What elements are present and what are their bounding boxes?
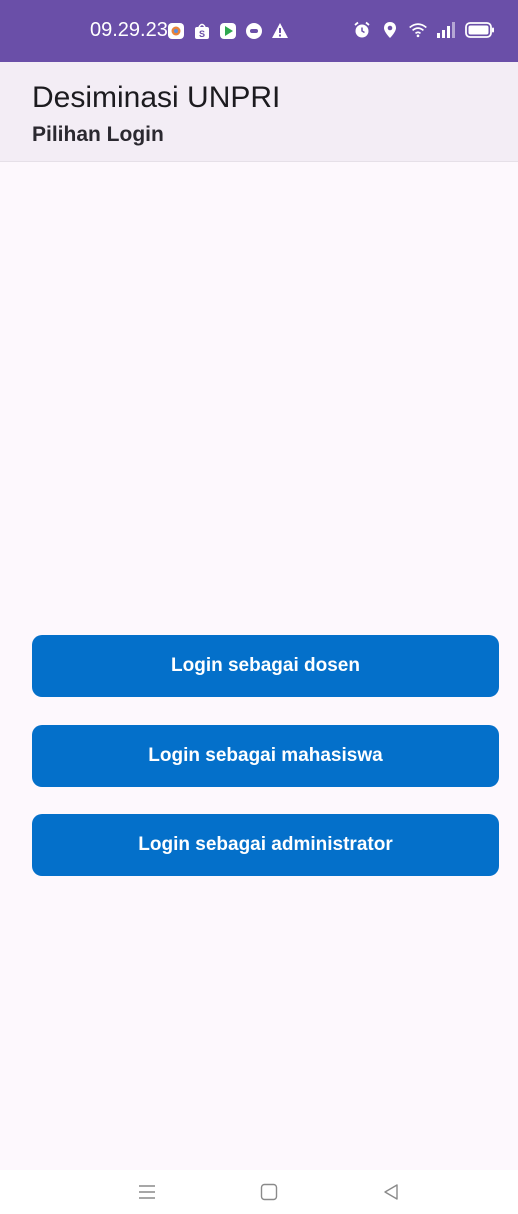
shopee-icon: S (192, 21, 212, 41)
screen: 09.29.23 S Desiminasi UNPRI Pilihan Logi… (0, 0, 518, 1214)
system-icons (352, 20, 496, 40)
alarm-icon (352, 20, 372, 40)
status-time: 09.29.23 (90, 19, 168, 41)
status-bar: 09.29.23 S (0, 0, 518, 62)
login-mahasiswa-button[interactable]: Login sebagai mahasiswa (32, 725, 499, 787)
battery-icon (464, 20, 496, 40)
login-dosen-button[interactable]: Login sebagai dosen (32, 635, 499, 697)
wifi-icon (408, 20, 428, 40)
page-subtitle: Pilihan Login (32, 123, 164, 146)
location-icon (380, 20, 400, 40)
warning-icon (270, 21, 290, 41)
app-title: Desiminasi UNPRI (32, 81, 281, 114)
app-bar: Desiminasi UNPRI Pilihan Login (0, 62, 518, 162)
login-administrator-button[interactable]: Login sebagai administrator (32, 814, 499, 876)
chat-icon (244, 21, 264, 41)
system-nav-bar (0, 1170, 518, 1214)
photo-app-icon (166, 21, 186, 41)
notification-icons: S (166, 21, 290, 41)
menu-icon[interactable] (133, 1178, 161, 1206)
back-icon[interactable] (377, 1178, 405, 1206)
signal-icon (436, 20, 456, 40)
home-icon[interactable] (255, 1178, 283, 1206)
svg-text:S: S (199, 29, 205, 39)
play-store-icon (218, 21, 238, 41)
